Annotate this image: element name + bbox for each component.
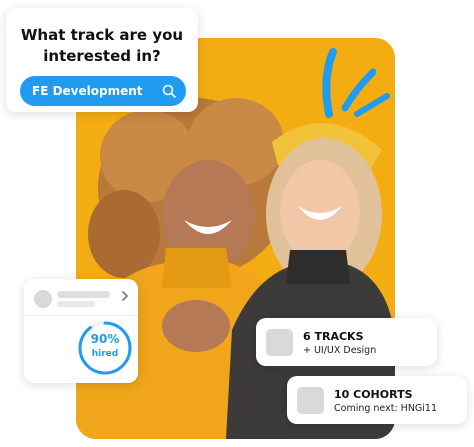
tracks-thumbnail [266, 329, 293, 356]
cohorts-count: 10 COHORTS [334, 388, 413, 401]
track-search-input[interactable]: FE Development [20, 76, 186, 106]
hired-label: hired [91, 349, 119, 359]
tracks-count: 6 TRACKS [303, 330, 364, 343]
search-icon[interactable] [162, 84, 176, 98]
tracks-subtitle: + UI/UX Design [303, 345, 377, 356]
cohorts-thumbnail [297, 387, 324, 414]
avatar [34, 290, 52, 308]
placeholder-text-line [57, 301, 95, 307]
chevron-right-icon[interactable] [119, 289, 131, 303]
selected-track-text: FE Development [32, 84, 143, 98]
hired-percent: 90% [90, 332, 120, 346]
placeholder-text-line [57, 291, 110, 298]
hired-progress-arc [78, 321, 132, 375]
cohorts-card: 10 COHORTS Coming next: HNGi11 [287, 376, 467, 424]
tracks-card: 6 TRACKS + UI/UX Design [256, 318, 437, 366]
hired-progress-ring [78, 321, 132, 375]
divider [24, 315, 138, 316]
hired-stats-card: 90% hired [24, 279, 138, 383]
track-search-card: What track are you interested in? FE Dev… [6, 8, 198, 112]
track-question-title: What track are you interested in? [20, 26, 184, 65]
sparkle-decoration-icon [322, 48, 390, 118]
cohorts-subtitle: Coming next: HNGi11 [334, 403, 438, 414]
